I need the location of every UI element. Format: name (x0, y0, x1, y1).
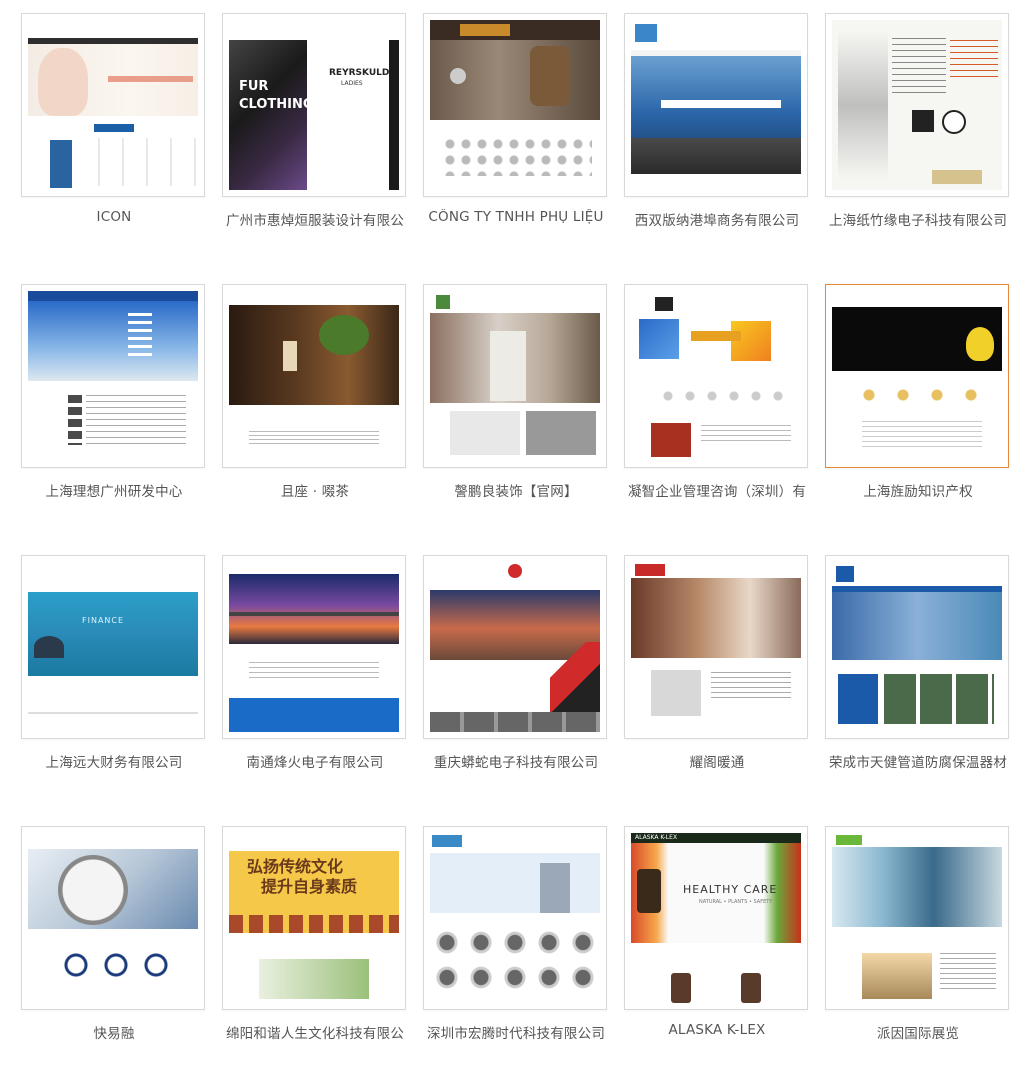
site-thumbnail[interactable]: ALASKA K-LEX HEALTHY CARE NATURAL • PLAN… (624, 826, 808, 1010)
site-card[interactable]: 上海理想广州研发中心 (21, 284, 207, 534)
site-thumbnail[interactable] (423, 826, 607, 1010)
site-caption[interactable]: 且座 · 啜茶 (218, 480, 412, 500)
banner-line: 弘扬传统文化 (247, 857, 344, 876)
site-thumbnail[interactable] (624, 13, 808, 197)
site-thumbnail[interactable] (825, 555, 1009, 739)
banner-text: FINANCE (82, 616, 125, 625)
brand-name: REYRSKULD (329, 68, 390, 78)
overlay-line: FUR (239, 79, 269, 94)
site-thumbnail[interactable]: 弘扬传统文化 提升自身素质 (222, 826, 406, 1010)
site-caption[interactable]: 凝智企业管理咨询（深圳）有 (620, 480, 814, 500)
site-caption[interactable]: 绵阳和谐人生文化科技有限公 (218, 1022, 412, 1042)
site-caption[interactable]: 深圳市宏腾时代科技有限公司 (419, 1022, 613, 1042)
site-card[interactable]: FUR CLOTHING REYRSKULD LADIES 广州市惠焯烜服装设计… (222, 13, 408, 263)
site-thumbnail[interactable] (825, 284, 1009, 468)
site-card[interactable]: 快易融 (21, 826, 207, 1076)
site-thumbnail[interactable] (21, 826, 205, 1010)
site-card[interactable]: 上海纸竹缘电子科技有限公司 (825, 13, 1011, 263)
site-caption[interactable]: ICON (17, 209, 211, 225)
site-card[interactable]: 弘扬传统文化 提升自身素质 绵阳和谐人生文化科技有限公 (222, 826, 408, 1076)
site-caption[interactable]: 耀阁暖通 (620, 751, 814, 771)
overlay-line: CLOTHING (239, 97, 314, 112)
site-caption[interactable]: CÔNG TY TNHH PHỤ LIỆU (419, 209, 613, 225)
brand-sub: LADIES (341, 80, 363, 87)
site-caption[interactable]: ALASKA K-LEX (620, 1022, 814, 1038)
site-caption[interactable]: 派因国际展览 (821, 1022, 1015, 1042)
site-thumbnail[interactable] (423, 284, 607, 468)
site-thumbnail[interactable] (825, 826, 1009, 1010)
site-caption[interactable]: 上海旌励知识产权 (821, 480, 1015, 500)
site-thumbnail[interactable] (21, 13, 205, 197)
site-thumbnail[interactable] (624, 555, 808, 739)
site-card[interactable]: 深圳市宏腾时代科技有限公司 (423, 826, 609, 1076)
site-caption[interactable]: 上海纸竹缘电子科技有限公司 (821, 209, 1015, 229)
site-thumbnail[interactable]: FINANCE (21, 555, 205, 739)
site-caption[interactable]: 广州市惠焯烜服装设计有限公 (218, 209, 412, 229)
site-card[interactable]: FINANCE 上海远大财务有限公司 (21, 555, 207, 805)
website-template-grid: ICON FUR CLOTHING REYRSKULD LADIES 广州市惠焯… (0, 0, 1033, 1057)
site-card[interactable]: 耀阁暖通 (624, 555, 810, 805)
site-thumbnail[interactable] (423, 13, 607, 197)
site-card[interactable]: 重庆蟒蛇电子科技有限公司 (423, 555, 609, 805)
site-caption[interactable]: 上海理想广州研发中心 (17, 480, 211, 500)
site-caption[interactable]: 快易融 (17, 1022, 211, 1042)
banner-tagline: NATURAL • PLANTS • SAFETY (699, 899, 773, 905)
site-card[interactable]: 謦鹏良装饰【官网】 (423, 284, 609, 534)
site-card[interactable]: 南通烽火电子有限公司 (222, 555, 408, 805)
site-thumbnail[interactable] (423, 555, 607, 739)
site-caption[interactable]: 謦鹏良装饰【官网】 (419, 480, 613, 500)
brand-name: ALASKA K-LEX (635, 834, 678, 841)
site-thumbnail[interactable]: FUR CLOTHING REYRSKULD LADIES (222, 13, 406, 197)
site-thumbnail[interactable] (222, 555, 406, 739)
site-card[interactable]: 凝智企业管理咨询（深圳）有 (624, 284, 810, 534)
site-card[interactable]: CÔNG TY TNHH PHỤ LIỆU (423, 13, 609, 263)
banner-line: 提升自身素质 (261, 877, 358, 896)
site-thumbnail[interactable] (21, 284, 205, 468)
site-card[interactable]: 且座 · 啜茶 (222, 284, 408, 534)
site-caption[interactable]: 南通烽火电子有限公司 (218, 751, 412, 771)
site-caption[interactable]: 重庆蟒蛇电子科技有限公司 (419, 751, 613, 771)
site-card[interactable]: ICON (21, 13, 207, 263)
site-caption[interactable]: 西双版纳港埠商务有限公司 (620, 209, 814, 229)
site-card[interactable]: 上海旌励知识产权 (825, 284, 1011, 534)
banner-headline: HEALTHY CARE (683, 883, 778, 896)
site-card[interactable]: 荣成市天健管道防腐保温器材 (825, 555, 1011, 805)
site-thumbnail[interactable] (222, 284, 406, 468)
site-caption[interactable]: 荣成市天健管道防腐保温器材 (821, 751, 1015, 771)
site-caption[interactable]: 上海远大财务有限公司 (17, 751, 211, 771)
site-card[interactable]: ALASKA K-LEX HEALTHY CARE NATURAL • PLAN… (624, 826, 810, 1076)
site-card[interactable]: 派因国际展览 (825, 826, 1011, 1076)
site-thumbnail[interactable] (825, 13, 1009, 197)
site-card[interactable]: 西双版纳港埠商务有限公司 (624, 13, 810, 263)
site-thumbnail[interactable] (624, 284, 808, 468)
